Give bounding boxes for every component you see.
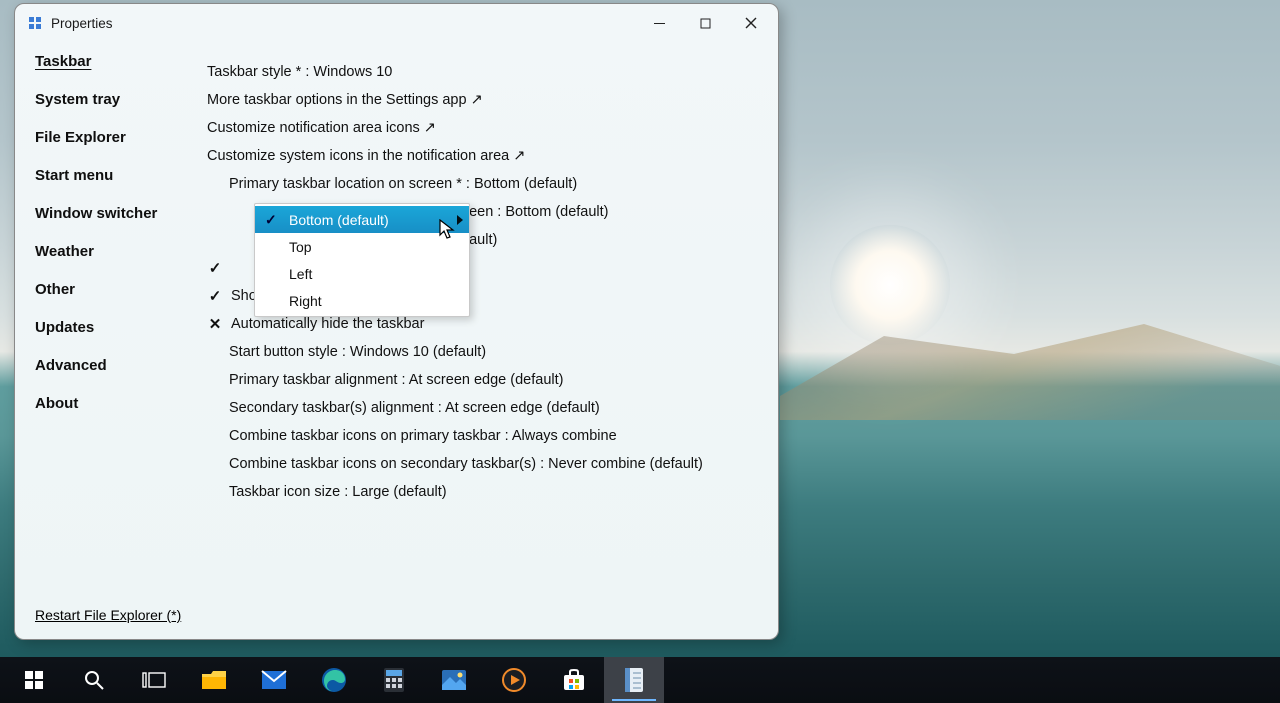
option-primary-align[interactable]: Primary taskbar alignment : At screen ed… bbox=[207, 366, 768, 394]
dropdown-item-label: Right bbox=[289, 293, 322, 309]
photos-button[interactable] bbox=[424, 657, 484, 703]
edge-icon bbox=[321, 667, 347, 693]
option-combine-secondary[interactable]: Combine taskbar icons on secondary taskb… bbox=[207, 450, 768, 478]
calculator-button[interactable] bbox=[364, 657, 424, 703]
search-button[interactable] bbox=[64, 657, 124, 703]
sidebar-item-taskbar[interactable]: Taskbar bbox=[35, 54, 187, 69]
checkmark-icon: ✓ bbox=[207, 287, 223, 305]
notepad-button[interactable] bbox=[604, 657, 664, 703]
file-explorer-icon bbox=[201, 669, 227, 691]
option-secondary-align[interactable]: Secondary taskbar(s) alignment : At scre… bbox=[207, 394, 768, 422]
dropdown-item-label: Top bbox=[289, 239, 312, 255]
option-primary-location[interactable]: Primary taskbar location on screen * : B… bbox=[207, 170, 768, 198]
task-view-button[interactable] bbox=[124, 657, 184, 703]
close-button[interactable] bbox=[728, 8, 774, 38]
sidebar-item-system-tray[interactable]: System tray bbox=[35, 92, 187, 107]
dropdown-item-bottom-default[interactable]: ✓ Bottom (default) bbox=[255, 206, 469, 233]
titlebar[interactable]: Properties bbox=[15, 4, 778, 42]
notepad-icon bbox=[623, 667, 645, 693]
content-panel: Taskbar style * : Windows 10 More taskba… bbox=[187, 42, 778, 599]
store-icon bbox=[562, 668, 586, 692]
link-customize-icons[interactable]: Customize notification area icons ↗ bbox=[207, 114, 768, 142]
link-customize-system-icons[interactable]: Customize system icons in the notificati… bbox=[207, 142, 768, 170]
option-icon-size[interactable]: Taskbar icon size : Large (default) bbox=[207, 478, 768, 506]
sidebar: Taskbar System tray File Explorer Start … bbox=[15, 42, 187, 599]
dropdown-item-top[interactable]: Top bbox=[255, 233, 469, 260]
sidebar-item-about[interactable]: About bbox=[35, 396, 187, 411]
checkmark-icon: ✓ bbox=[207, 259, 223, 277]
window-controls bbox=[636, 8, 774, 38]
option-auto-hide-label: Automatically hide the taskbar bbox=[231, 316, 424, 332]
media-player-button[interactable] bbox=[484, 657, 544, 703]
mail-icon bbox=[261, 670, 287, 690]
photos-icon bbox=[441, 669, 467, 691]
dropdown-item-left[interactable]: Left bbox=[255, 260, 469, 287]
mail-button[interactable] bbox=[244, 657, 304, 703]
primary-location-dropdown[interactable]: ✓ Bottom (default) Top Left Right bbox=[254, 203, 470, 317]
sidebar-item-advanced[interactable]: Advanced bbox=[35, 358, 187, 373]
option-taskbar-style[interactable]: Taskbar style * : Windows 10 bbox=[207, 58, 768, 86]
sidebar-item-updates[interactable]: Updates bbox=[35, 320, 187, 335]
dropdown-item-right[interactable]: Right bbox=[255, 287, 469, 314]
search-icon bbox=[83, 669, 105, 691]
sidebar-item-file-explorer[interactable]: File Explorer bbox=[35, 130, 187, 145]
task-view-icon bbox=[142, 670, 166, 690]
start-button[interactable] bbox=[4, 657, 64, 703]
window-title: Properties bbox=[51, 16, 113, 31]
maximize-button[interactable] bbox=[682, 8, 728, 38]
sidebar-item-weather[interactable]: Weather bbox=[35, 244, 187, 259]
link-more-options[interactable]: More taskbar options in the Settings app… bbox=[207, 86, 768, 114]
minimize-button[interactable] bbox=[636, 8, 682, 38]
sidebar-item-other[interactable]: Other bbox=[35, 282, 187, 297]
dropdown-item-label: Bottom (default) bbox=[289, 212, 389, 228]
sidebar-item-start-menu[interactable]: Start menu bbox=[35, 168, 187, 183]
sidebar-item-window-switcher[interactable]: Window switcher bbox=[35, 206, 187, 221]
app-icon bbox=[27, 15, 43, 31]
restart-file-explorer-link[interactable]: Restart File Explorer (*) bbox=[35, 607, 181, 623]
system-taskbar[interactable] bbox=[0, 657, 1280, 703]
file-explorer-button[interactable] bbox=[184, 657, 244, 703]
dropdown-item-label: Left bbox=[289, 266, 312, 282]
media-player-icon bbox=[501, 667, 527, 693]
option-start-button-style[interactable]: Start button style : Windows 10 (default… bbox=[207, 338, 768, 366]
edge-button[interactable] bbox=[304, 657, 364, 703]
start-icon bbox=[24, 670, 44, 690]
checkmark-icon: ✓ bbox=[265, 211, 277, 228]
properties-window: Properties Taskbar System tray File Expl… bbox=[14, 3, 779, 640]
window-footer: Restart File Explorer (*) bbox=[15, 599, 778, 639]
cross-icon: ✕ bbox=[207, 315, 223, 333]
option-combine-primary[interactable]: Combine taskbar icons on primary taskbar… bbox=[207, 422, 768, 450]
calculator-icon bbox=[383, 667, 405, 693]
store-button[interactable] bbox=[544, 657, 604, 703]
